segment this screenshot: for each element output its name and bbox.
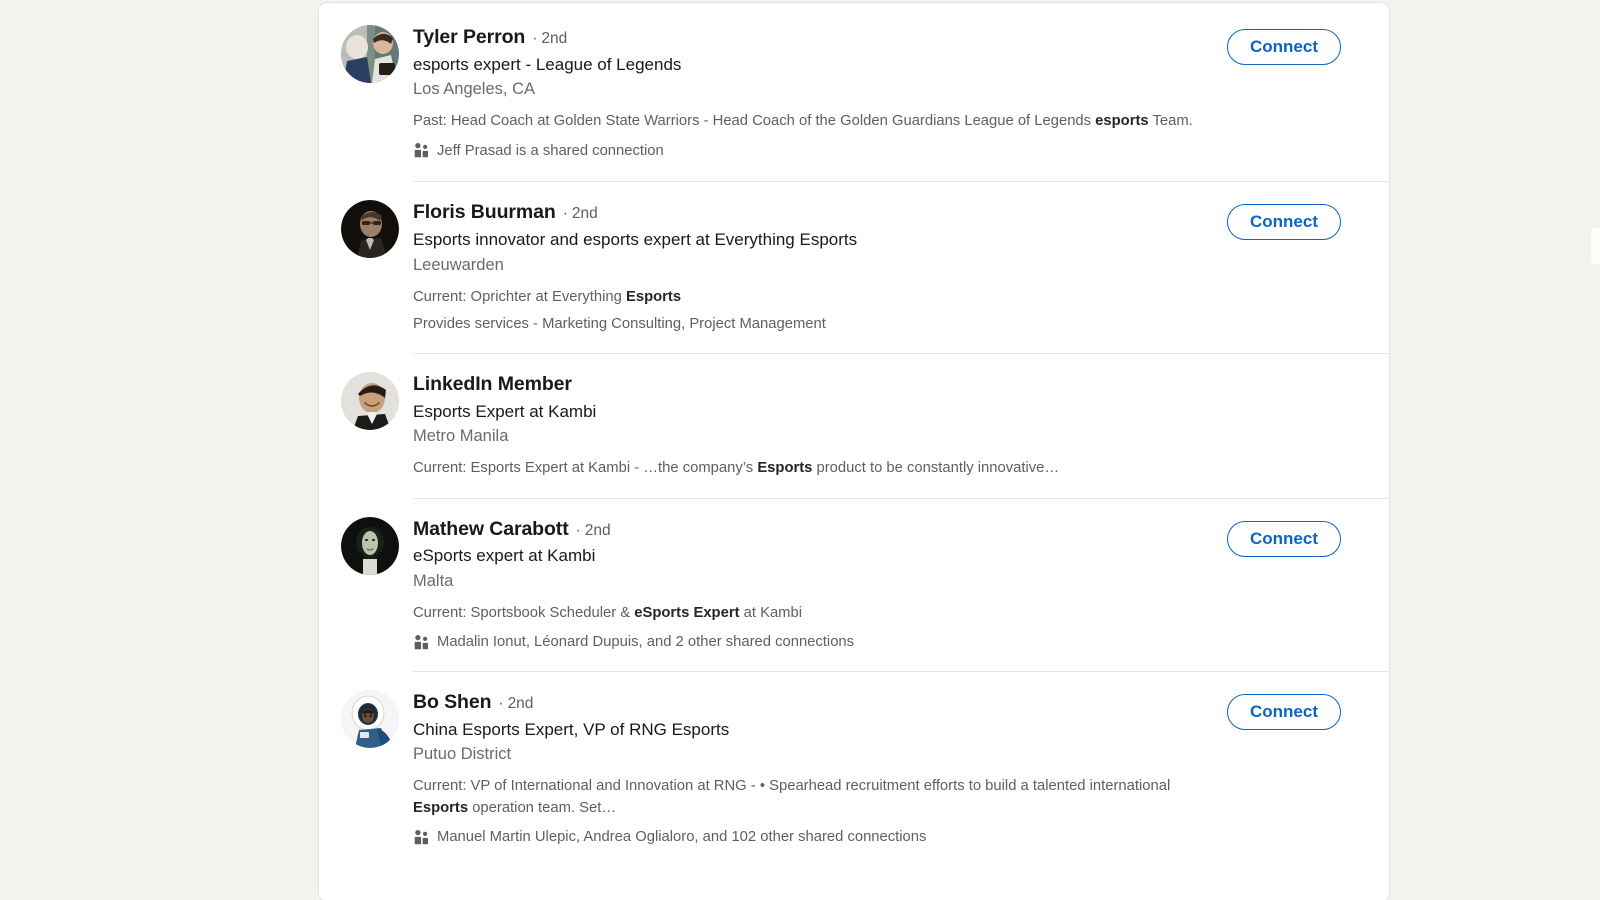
search-result-item[interactable]: Bo Shen · 2nd China Esports Expert, VP of… (319, 671, 1389, 866)
snippet-highlight: esports (1095, 113, 1149, 130)
avatar-column (319, 372, 413, 431)
result-location: Putuo District (413, 745, 512, 764)
avatar-column (319, 690, 413, 749)
degree-separator-dot: · (575, 521, 581, 539)
result-degree-badge: · 2nd (576, 521, 611, 541)
snippet-suffix: product to be constantly innovative… (812, 460, 1060, 477)
avatar-column (319, 200, 413, 259)
search-result-item[interactable]: Floris Buurman · 2nd Esports innovator an… (319, 181, 1389, 353)
snippet-prefix: Current: Sportsbook Scheduler & (413, 605, 635, 622)
degree-value: 2nd (571, 205, 598, 223)
result-location: Los Angeles, CA (413, 80, 535, 99)
degree-value: 2nd (584, 521, 611, 539)
result-headline: eSports expert at Kambi (413, 546, 596, 566)
result-person-name: LinkedIn Member (413, 373, 572, 396)
avatar-photo-tyler-perron[interactable] (341, 25, 399, 83)
result-person-name[interactable]: Tyler Perron (413, 25, 525, 50)
result-location: Leeuwarden (413, 255, 504, 274)
degree-value: 2nd (507, 695, 534, 713)
shared-connections-text: Jeff Prasad is a shared connection (437, 142, 664, 159)
result-divider (413, 353, 1389, 355)
result-name-line: Floris Buurman · 2nd (413, 200, 1207, 225)
shared-connections-text: Manuel Martin Ulepic, Andrea Oglialoro, … (437, 828, 927, 845)
connect-button[interactable]: Connect (1227, 520, 1341, 557)
result-headline: China Esports Expert, VP of RNG Esports (413, 719, 730, 739)
result-location: Malta (413, 571, 454, 590)
result-shared-connections: Manuel Martin Ulepic, Andrea Oglialoro, … (413, 827, 1369, 848)
search-result-item[interactable]: LinkedIn Member Esports Expert at Kambi … (319, 353, 1389, 498)
result-snippet: Current: Oprichter at Everything Esports (413, 287, 1369, 308)
avatar-photo-linkedin-member[interactable] (341, 372, 399, 431)
result-person-name[interactable]: Floris Buurman (413, 200, 556, 225)
snippet-highlight: Esports (413, 799, 469, 816)
connect-button[interactable]: Connect (1227, 204, 1341, 241)
scrollbar-sliver[interactable] (1591, 228, 1600, 264)
degree-separator-dot: · (562, 205, 568, 223)
result-headline: esports expert - League of Legends (413, 54, 682, 74)
degree-separator-dot: · (532, 30, 538, 47)
result-snippet: Past: Head Coach at Golden State Warrior… (413, 111, 1369, 132)
result-location: Metro Manila (413, 427, 509, 446)
snippet-suffix: operation team. Set… (468, 799, 617, 816)
snippet-suffix: at Kambi (739, 605, 803, 622)
result-name-line: Bo Shen · 2nd (413, 690, 1207, 715)
snippet-highlight: eSports Expert (634, 605, 740, 622)
result-snippet: Current: Sportsbook Scheduler & eSports … (413, 603, 1369, 624)
snippet-prefix: Past: Head Coach at Golden State Warrior… (413, 113, 1096, 130)
result-person-name[interactable]: Bo Shen (413, 690, 491, 715)
search-results-card: Tyler Perron · 2nd esports expert - Leagu… (318, 2, 1390, 900)
snippet-suffix: Team. (1148, 113, 1193, 130)
result-headline: Esports Expert at Kambi (413, 401, 597, 421)
result-content: Tyler Perron · 2nd esports expert - Leagu… (413, 25, 1389, 161)
result-content: Floris Buurman · 2nd Esports innovator an… (413, 200, 1389, 335)
search-result-item[interactable]: Tyler Perron · 2nd esports expert - Leagu… (319, 3, 1389, 181)
result-snippet: Current: Esports Expert at Kambi - …the … (413, 458, 1369, 479)
snippet-prefix: Current: VP of International and Innovat… (413, 778, 1171, 795)
people-icon (414, 829, 428, 845)
snippet-highlight: Esports (757, 460, 813, 477)
search-results-page: Tyler Perron · 2nd esports expert - Leagu… (0, 0, 1600, 900)
avatar-photo-bo-shen[interactable] (341, 690, 399, 749)
result-content: Bo Shen · 2nd China Esports Expert, VP of… (413, 690, 1389, 848)
result-divider (413, 497, 1389, 499)
avatar-photo-floris-buurman[interactable] (341, 200, 399, 259)
result-divider (413, 671, 1389, 673)
snippet-prefix: Current: Oprichter at Everything (413, 288, 626, 305)
result-content: LinkedIn Member Esports Expert at Kambi … (413, 372, 1389, 480)
result-name-line: Tyler Perron · 2nd (413, 25, 1207, 50)
avatar-column (319, 25, 413, 83)
people-icon (414, 143, 428, 158)
result-degree-badge: · 2nd (563, 204, 598, 224)
result-services: Provides services - Marketing Consulting… (413, 315, 826, 332)
result-snippet: Current: VP of International and Innovat… (413, 776, 1369, 819)
degree-value: 2nd (541, 30, 568, 47)
snippet-prefix: Current: Esports Expert at Kambi - …the … (413, 460, 758, 477)
result-degree-badge: · 2nd (532, 29, 567, 49)
people-icon (414, 635, 428, 650)
result-person-name[interactable]: Mathew Carabott (413, 517, 569, 542)
connect-button[interactable]: Connect (1227, 694, 1341, 731)
result-shared-connections: Jeff Prasad is a shared connection (413, 141, 1369, 162)
avatar-photo-mathew-carabott[interactable] (341, 516, 399, 575)
shared-connections-text: Madalin Ionut, Léonard Dupuis, and 2 oth… (437, 634, 855, 651)
search-result-item[interactable]: Mathew Carabott · 2nd eSports expert at K… (319, 497, 1389, 671)
avatar-column (319, 516, 413, 575)
result-divider (413, 181, 1389, 183)
result-name-line: LinkedIn Member (413, 372, 1349, 397)
connect-button[interactable]: Connect (1227, 29, 1341, 65)
snippet-highlight: Esports (626, 288, 682, 305)
result-headline: Esports innovator and esports expert at … (413, 229, 858, 249)
result-content: Mathew Carabott · 2nd eSports expert at K… (413, 517, 1389, 653)
degree-separator-dot: · (498, 695, 504, 713)
result-shared-connections: Madalin Ionut, Léonard Dupuis, and 2 oth… (413, 632, 1369, 653)
result-name-line: Mathew Carabott · 2nd (413, 517, 1207, 542)
result-degree-badge: · 2nd (498, 694, 533, 714)
